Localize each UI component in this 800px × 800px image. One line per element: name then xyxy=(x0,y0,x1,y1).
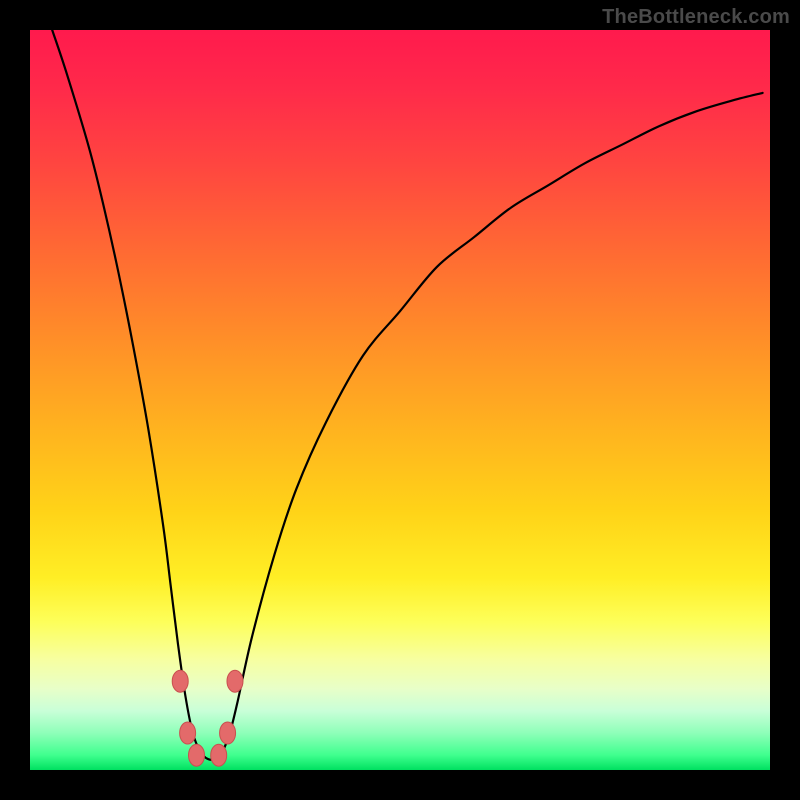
curve-marker xyxy=(220,722,236,744)
markers-group xyxy=(172,670,243,766)
chart-frame: TheBottleneck.com xyxy=(0,0,800,800)
chart-overlay xyxy=(30,30,770,770)
curve-marker xyxy=(172,670,188,692)
plot-area xyxy=(30,30,770,770)
curve-marker xyxy=(189,744,205,766)
curve-marker xyxy=(180,722,196,744)
watermark-text: TheBottleneck.com xyxy=(602,6,790,29)
curve-line xyxy=(52,30,762,760)
curve-marker xyxy=(227,670,243,692)
curve-marker xyxy=(211,744,227,766)
